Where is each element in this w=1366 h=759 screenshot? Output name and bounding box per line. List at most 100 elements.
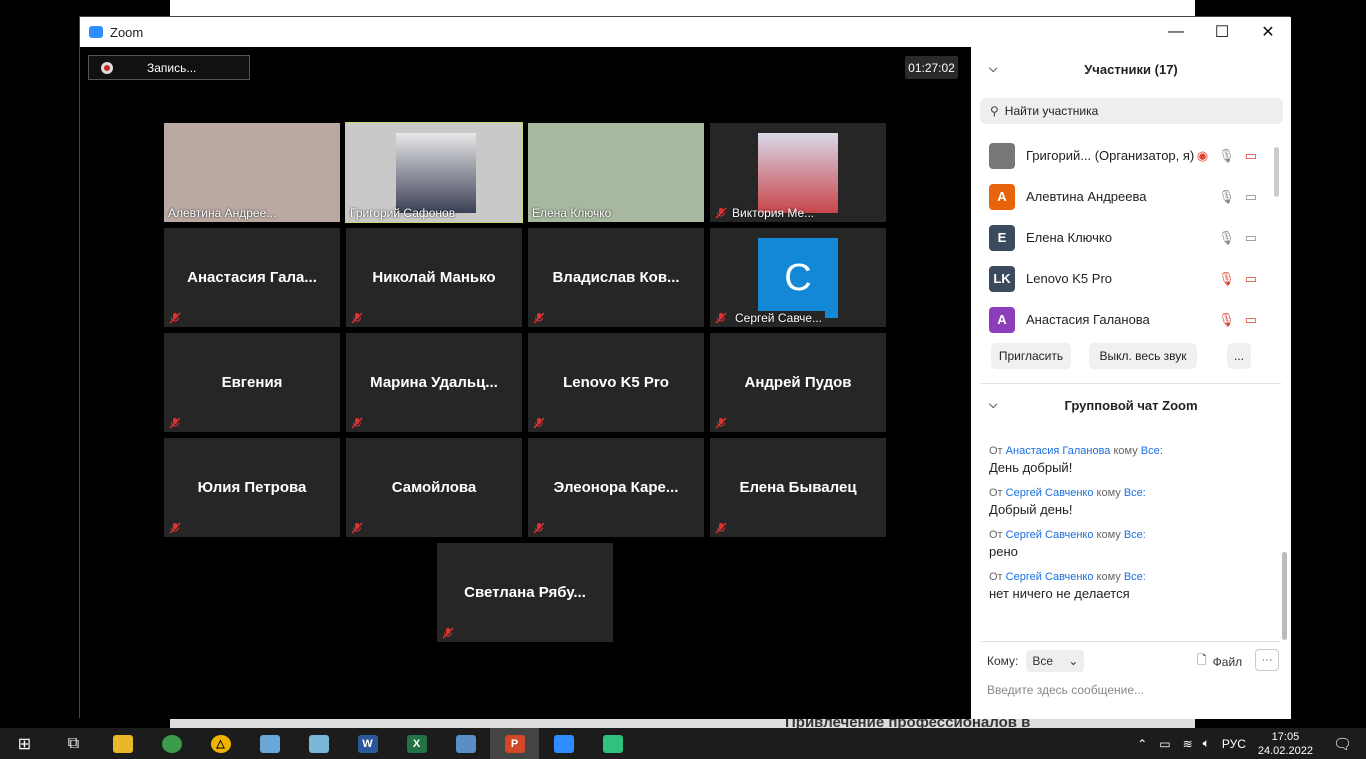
video-tile[interactable]: Григорий Сафонов xyxy=(345,122,523,223)
to-word: кому xyxy=(1113,445,1138,457)
sender-name[interactable]: Анастасия Галанова xyxy=(1006,445,1111,457)
avatar: С xyxy=(758,238,838,318)
file-button[interactable]: 🗋 Файл xyxy=(1197,651,1242,672)
wifi-icon[interactable]: ≋ xyxy=(1183,737,1193,751)
notes-icon xyxy=(308,734,329,753)
video-tile[interactable]: Светлана Рябу... xyxy=(437,543,613,642)
mic-muted-icon xyxy=(533,416,545,429)
sender-name[interactable]: Сергей Савченко xyxy=(1006,487,1094,499)
video-tile[interactable]: Виктория Ме... xyxy=(710,123,886,222)
taskbar-calculator[interactable] xyxy=(441,728,490,759)
taskbar-explorer[interactable] xyxy=(98,728,147,759)
sender-name[interactable]: Сергей Савченко xyxy=(1006,571,1094,583)
from-word: От xyxy=(989,571,1003,583)
mic-muted-icon xyxy=(533,311,545,324)
notification-icon[interactable]: 🗨︎ xyxy=(1333,735,1352,753)
microphone-icon[interactable]: 🎙︎ xyxy=(1218,230,1235,246)
tile-name: Елена Бывалец xyxy=(739,479,857,496)
video-tile[interactable]: С Сергей Савче... xyxy=(710,228,886,327)
video-tile[interactable]: Элеонора Каре... xyxy=(528,438,704,537)
recording-indicator[interactable]: Запись... xyxy=(88,55,250,80)
invite-button[interactable]: Пригласить xyxy=(991,343,1071,369)
mic-muted-icon xyxy=(442,626,454,639)
mute-all-button[interactable]: Выкл. весь звук xyxy=(1089,343,1197,369)
search-placeholder: Найти участника xyxy=(1004,104,1099,118)
minimize-button[interactable]: — xyxy=(1153,17,1199,47)
sender-name[interactable]: Сергей Савченко xyxy=(1006,529,1094,541)
participant-row[interactable]: A Анастасия Галанова 🎙︎ ▭ xyxy=(971,299,1281,340)
video-tile[interactable]: Владислав Ков... xyxy=(528,228,704,327)
microphone-icon[interactable]: 🎙︎ xyxy=(1218,189,1235,205)
camera-off-icon[interactable]: ▭ xyxy=(1245,148,1257,164)
video-tile[interactable]: Николай Манько xyxy=(346,228,522,327)
more-button[interactable]: ... xyxy=(1227,343,1251,369)
chevron-up-icon[interactable]: ⌃ xyxy=(1137,737,1147,751)
video-tile[interactable]: Самойлова xyxy=(346,438,522,537)
camera-off-icon[interactable]: ▭ xyxy=(1245,271,1257,287)
tile-name: Виктория Ме... xyxy=(732,206,815,220)
video-tile[interactable]: Евгения xyxy=(164,333,340,432)
paint-icon xyxy=(259,734,280,753)
recipient-name: Все: xyxy=(1140,445,1163,457)
taskbar-paint[interactable] xyxy=(245,728,294,759)
microphone-muted-icon[interactable]: 🎙︎ xyxy=(1218,312,1235,328)
participant-row[interactable]: LK Lenovo K5 Pro 🎙︎ ▭ xyxy=(971,258,1281,299)
chat-header[interactable]: ⌵ Групповой чат Zoom xyxy=(971,390,1291,420)
to-word: кому xyxy=(1096,529,1121,541)
taskbar-excel[interactable]: X xyxy=(392,728,441,759)
close-button[interactable]: ✕ xyxy=(1245,17,1291,47)
volume-icon[interactable]: 🔈︎ xyxy=(1203,736,1210,751)
video-tile[interactable]: Андрей Пудов xyxy=(710,333,886,432)
taskbar-notes[interactable] xyxy=(294,728,343,759)
task-view-button[interactable]: ⧉ xyxy=(49,728,98,759)
video-tile[interactable]: Lenovo K5 Pro xyxy=(528,333,704,432)
participants-header[interactable]: ⌵ Участники (17) xyxy=(971,54,1291,84)
battery-icon[interactable]: ▭ xyxy=(1159,737,1170,751)
chat-input[interactable]: Введите здесь сообщение... xyxy=(987,683,1144,697)
microphone-muted-icon[interactable]: 🎙︎ xyxy=(1218,271,1235,287)
triangle-app-icon: △ xyxy=(210,734,231,753)
participants-scrollbar[interactable] xyxy=(1274,147,1279,197)
recipient-name: Все: xyxy=(1123,571,1146,583)
tile-name: Владислав Ков... xyxy=(552,269,680,286)
microphone-icon[interactable]: 🎙︎ xyxy=(1218,148,1235,164)
taskbar-word[interactable]: W xyxy=(343,728,392,759)
video-tile[interactable]: Елена Бывалец xyxy=(710,438,886,537)
excel-icon: X xyxy=(406,734,427,753)
taskbar-chrome[interactable] xyxy=(147,728,196,759)
taskbar-zoom[interactable] xyxy=(539,728,588,759)
divider xyxy=(981,383,1281,384)
video-tile[interactable]: Юлия Петрова xyxy=(164,438,340,537)
chat-scrollbar[interactable] xyxy=(1282,552,1287,640)
maximize-button[interactable]: ☐ xyxy=(1199,17,1245,47)
chat-more-button[interactable]: ··· xyxy=(1255,649,1279,671)
recipient-select[interactable]: Все ⌄ xyxy=(1026,650,1085,672)
camera-icon[interactable]: ▭ xyxy=(1245,189,1257,205)
video-tile[interactable]: Марина Удальц... xyxy=(346,333,522,432)
meeting-timer: 01:27:02 xyxy=(905,56,958,79)
chat-message: От Сергей Савченко кому Все: нет ничего н… xyxy=(989,569,1274,603)
camera-off-icon[interactable]: ▭ xyxy=(1245,312,1257,328)
video-tile[interactable]: Елена Ключко xyxy=(528,123,704,222)
avatar xyxy=(989,142,1015,169)
mic-muted-icon xyxy=(169,311,181,324)
participant-row[interactable]: Григорий... (Организатор, я) ◉ 🎙︎ ▭ xyxy=(971,135,1281,176)
taskbar-app-green[interactable] xyxy=(588,728,637,759)
taskbar-app-triangle[interactable]: △ xyxy=(196,728,245,759)
tile-name: Светлана Рябу... xyxy=(464,584,586,601)
chevron-down-icon[interactable]: ⌵ xyxy=(989,63,997,76)
participant-search[interactable]: ⚲ Найти участника xyxy=(980,98,1283,124)
mic-muted-icon xyxy=(169,521,181,534)
camera-icon[interactable]: ▭ xyxy=(1245,230,1257,246)
chevron-down-icon[interactable]: ⌵ xyxy=(989,399,997,412)
clock[interactable]: 17:05 24.02.2022 xyxy=(1258,730,1313,758)
video-tile[interactable]: Алевтина Андрее... xyxy=(164,123,340,222)
language-indicator[interactable]: РУС xyxy=(1222,737,1246,751)
video-tile[interactable]: Анастасия Гала... xyxy=(164,228,340,327)
tile-name: Анастасия Гала... xyxy=(187,269,317,286)
message-meta: От Сергей Савченко кому Все: xyxy=(989,485,1274,501)
participant-row[interactable]: E Елена Ключко 🎙︎ ▭ xyxy=(971,217,1281,258)
participant-row[interactable]: A Алевтина Андреева 🎙︎ ▭ xyxy=(971,176,1281,217)
taskbar-powerpoint[interactable]: P xyxy=(490,728,539,759)
start-button[interactable]: ⊞ xyxy=(0,728,49,759)
